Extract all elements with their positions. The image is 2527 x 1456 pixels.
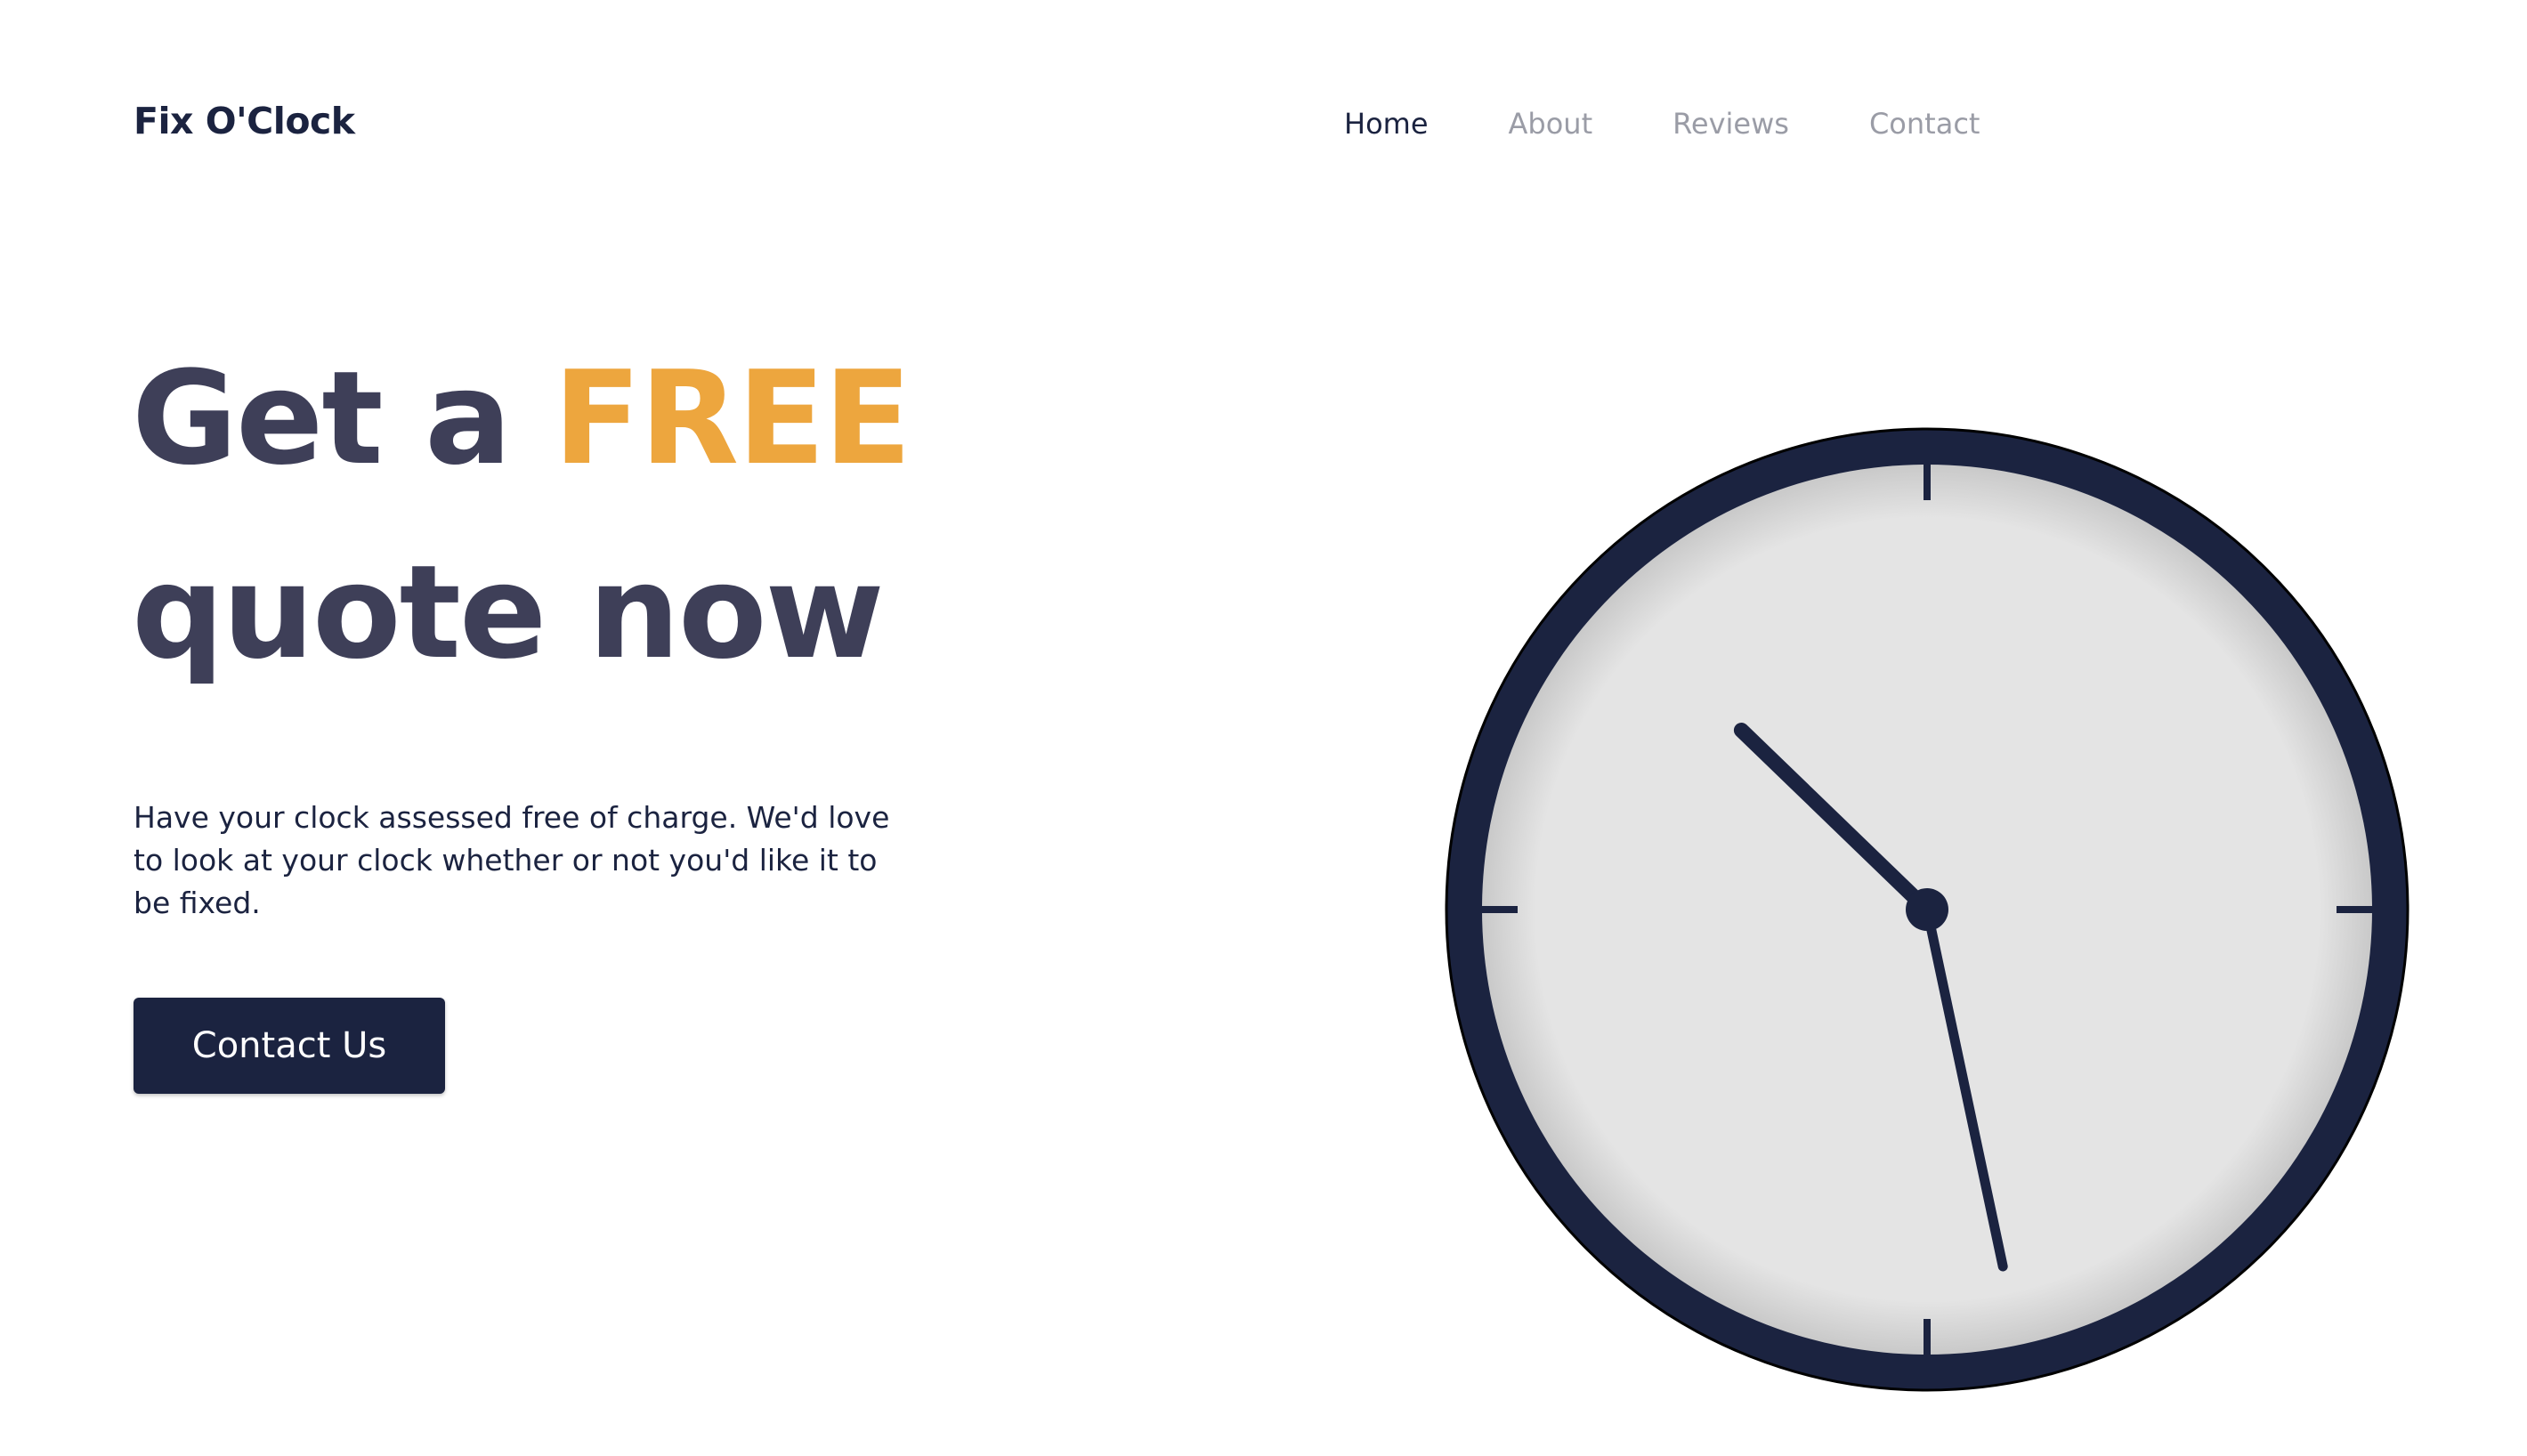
headline-part2: quote now (132, 538, 885, 688)
nav-about[interactable]: About (1509, 107, 1593, 141)
clock-center (1906, 888, 1948, 931)
nav-home[interactable]: Home (1344, 107, 1429, 141)
analog-clock-icon (1445, 427, 2410, 1392)
site-logo[interactable]: Fix O'Clock (134, 100, 355, 142)
headline-part1: Get a (132, 344, 554, 494)
hero-description: Have your clock assessed free of charge.… (134, 800, 890, 920)
page: Fix O'Clock Home About Reviews Contact G… (0, 0, 2527, 1456)
contact-us-button[interactable]: Contact Us (134, 998, 445, 1094)
nav-reviews[interactable]: Reviews (1673, 107, 1789, 141)
headline-accent: FREE (553, 344, 911, 494)
nav-contact[interactable]: Contact (1869, 107, 1980, 141)
main-nav: Home About Reviews Contact (1344, 107, 1980, 141)
hero-headline: Get a FREE quote now (132, 322, 911, 710)
